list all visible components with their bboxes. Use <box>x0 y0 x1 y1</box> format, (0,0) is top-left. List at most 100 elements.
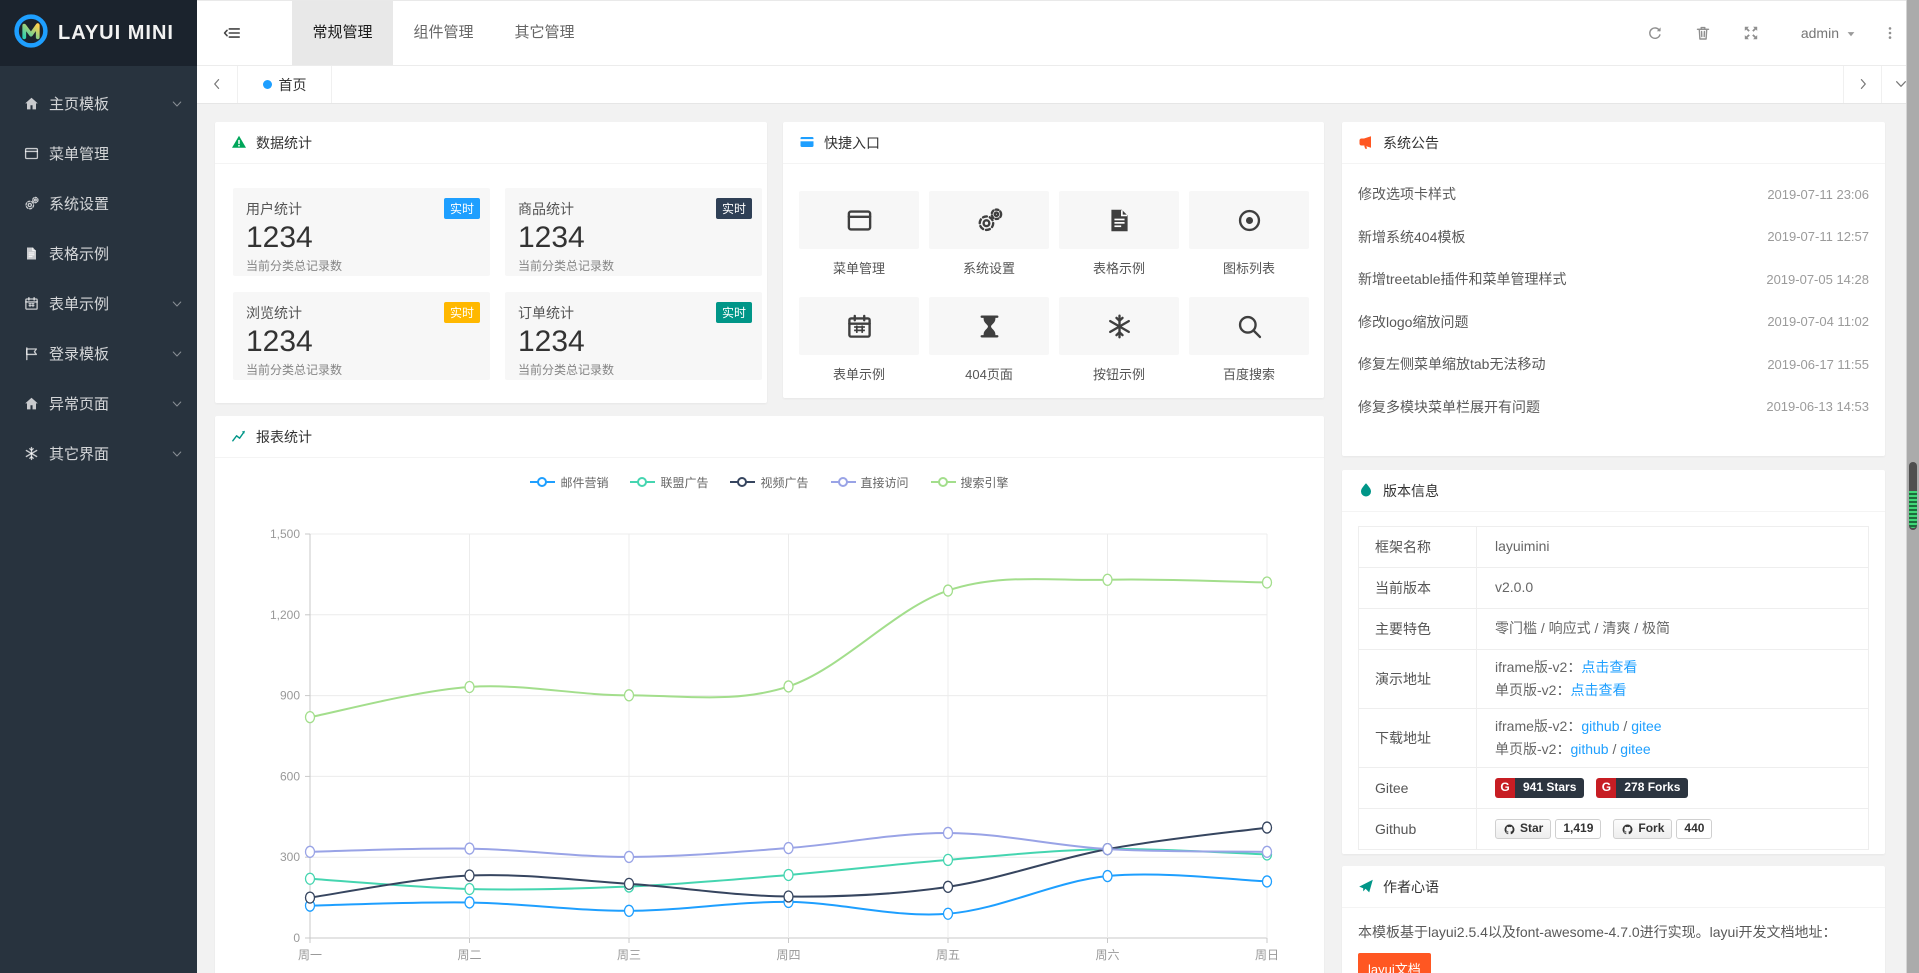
page-scrollbar-thumb[interactable] <box>1909 462 1917 530</box>
sidebar-item-system-setting[interactable]: 系统设置 <box>0 178 197 228</box>
version-row-label: 演示地址 <box>1359 650 1477 708</box>
sidebar-item-error-page[interactable]: 异常页面 <box>0 378 197 428</box>
window-icon <box>22 146 40 161</box>
quick-entry-baidu-search[interactable]: 百度搜索 <box>1189 297 1309 383</box>
version-link-line: 单页版-v2：github / gitee <box>1495 738 1868 761</box>
collapse-menu-button[interactable] <box>197 1 267 65</box>
tab-home[interactable]: 首页 <box>238 66 332 103</box>
version-row: 当前版本v2.0.0 <box>1359 568 1868 609</box>
version-card-title: 版本信息 <box>1383 481 1439 501</box>
notice-item[interactable]: 修复多模块菜单栏展开有问题2019-06-13 14:53 <box>1342 386 1885 429</box>
notice-item[interactable]: 修改选项卡样式2019-07-11 23:06 <box>1342 173 1885 216</box>
snow-icon <box>22 446 40 461</box>
notice-item[interactable]: 新增treetable插件和菜单管理样式2019-07-05 14:28 <box>1342 258 1885 301</box>
sidebar-item-table-demo[interactable]: 表格示例 <box>0 228 197 278</box>
version-link[interactable]: gitee <box>1631 718 1661 734</box>
legend-label: 邮件营销 <box>560 474 608 491</box>
clear-button[interactable] <box>1679 24 1727 42</box>
user-dropdown[interactable]: admin <box>1801 25 1857 41</box>
gears-icon <box>929 191 1049 249</box>
sidebar-item-other-ui[interactable]: 其它界面 <box>0 428 197 478</box>
svg-text:周一: 周一 <box>298 948 322 962</box>
caret-down-icon <box>1845 25 1857 41</box>
quick-entry-page-404[interactable]: 404页面 <box>929 297 1049 383</box>
stats-card-title: 数据统计 <box>256 133 312 153</box>
line-chart: 03006009001,2001,500周一周二周三周四周五周六周日 <box>215 499 1324 973</box>
chevron-right-icon <box>1856 76 1870 94</box>
sidebar-item-form-demo[interactable]: 表单示例 <box>0 278 197 328</box>
chevron-down-icon <box>171 445 183 462</box>
module-tab-other[interactable]: 其它管理 <box>494 1 595 65</box>
more-menu-button[interactable] <box>1875 24 1905 42</box>
sidebar-item-menu-manage[interactable]: 菜单管理 <box>0 128 197 178</box>
version-card: 版本信息 框架名称layuimini当前版本v2.0.0主要特色零门槛 / 响应… <box>1342 470 1885 854</box>
github-badge[interactable]: Star1,419 <box>1495 819 1601 839</box>
svg-text:1,500: 1,500 <box>270 527 300 541</box>
page-scrollbar-track[interactable] <box>1906 0 1919 973</box>
legend-label: 视频广告 <box>760 474 808 491</box>
quick-entry-button-demo[interactable]: 按钮示例 <box>1059 297 1179 383</box>
tab-scroll-right-button[interactable] <box>1843 66 1881 103</box>
notice-item[interactable]: 修改logo缩放问题2019-07-04 11:02 <box>1342 301 1885 344</box>
version-link[interactable]: 点击查看 <box>1581 659 1637 675</box>
quick-entry-icon-list[interactable]: 图标列表 <box>1189 191 1309 277</box>
legend-marker-icon <box>730 476 755 488</box>
legend-item[interactable]: 视频广告 <box>730 474 808 491</box>
quick-entry-menu-manage[interactable]: 菜单管理 <box>799 191 919 277</box>
quick-entry-table-demo[interactable]: 表格示例 <box>1059 191 1179 277</box>
version-link[interactable]: github <box>1570 741 1608 757</box>
fullscreen-button[interactable] <box>1727 24 1775 42</box>
legend-item[interactable]: 联盟广告 <box>630 474 708 491</box>
gitee-badge[interactable]: G278 Forks <box>1596 778 1688 798</box>
legend-item[interactable]: 邮件营销 <box>530 474 608 491</box>
version-row-label: Gitee <box>1359 768 1477 808</box>
version-row: 主要特色零门槛 / 响应式 / 清爽 / 极简 <box>1359 609 1868 650</box>
octocat-icon <box>1621 819 1634 839</box>
quick-entry-label: 百度搜索 <box>1189 364 1309 383</box>
snow-icon <box>1059 297 1179 355</box>
hamburger-icon <box>223 24 241 42</box>
sidebar-item-login-template[interactable]: 登录模板 <box>0 328 197 378</box>
stat-desc: 当前分类总记录数 <box>518 257 749 274</box>
refresh-button[interactable] <box>1631 24 1679 42</box>
realtime-badge: 实时 <box>716 198 752 219</box>
svg-text:周四: 周四 <box>776 948 800 962</box>
stat-box-goods-stat: 商品统计1234当前分类总记录数实时 <box>505 188 762 276</box>
legend-item[interactable]: 直接访问 <box>831 474 909 491</box>
version-link[interactable]: github <box>1581 718 1619 734</box>
version-link[interactable]: 点击查看 <box>1570 682 1626 698</box>
github-badge-count: 1,419 <box>1555 819 1601 839</box>
notice-item[interactable]: 新增系统404模板2019-07-11 12:57 <box>1342 216 1885 259</box>
main-content: 数据统计 用户统计1234当前分类总记录数实时商品统计1234当前分类总记录数实… <box>197 104 1919 973</box>
gitee-badge[interactable]: G941 Stars <box>1495 778 1584 798</box>
version-row: 演示地址iframe版-v2：点击查看单页版-v2：点击查看 <box>1359 650 1868 709</box>
notice-item[interactable]: 修复左侧菜单缩放tab无法移动2019-06-17 11:55 <box>1342 343 1885 386</box>
home-icon <box>22 396 40 411</box>
stat-label: 浏览统计 <box>246 303 477 323</box>
sidebar-item-label: 表格示例 <box>49 243 183 264</box>
legend-label: 搜索引擎 <box>961 474 1009 491</box>
window-icon <box>799 191 919 249</box>
author-card-body: 本模板基于layui2.5.4以及font-awesome-4.7.0进行实现。… <box>1342 908 1885 973</box>
quick-entry-system-setting[interactable]: 系统设置 <box>929 191 1049 277</box>
notice-card-title: 系统公告 <box>1383 133 1439 153</box>
octocat-icon <box>1503 819 1516 839</box>
tab-scroll-left-button[interactable] <box>197 66 238 103</box>
app-logo[interactable]: LAYUI MINI <box>0 0 197 66</box>
sidebar-item-home-template[interactable]: 主页模板 <box>0 78 197 128</box>
trash-icon <box>1695 24 1711 42</box>
module-tab-general[interactable]: 常规管理 <box>292 1 393 65</box>
legend-item[interactable]: 搜索引擎 <box>931 474 1009 491</box>
github-badge[interactable]: Fork440 <box>1613 819 1712 839</box>
realtime-badge: 实时 <box>444 198 480 219</box>
sidebar-item-label: 主页模板 <box>49 93 171 114</box>
sidebar-item-label: 异常页面 <box>49 393 171 414</box>
module-tab-component[interactable]: 组件管理 <box>393 1 494 65</box>
stats-card-header: 数据统计 <box>215 122 767 164</box>
version-value: layuimini <box>1495 535 1868 558</box>
layui-doc-button[interactable]: layui文档 <box>1358 953 1431 973</box>
quick-entry-label: 表格示例 <box>1059 258 1179 277</box>
version-link[interactable]: gitee <box>1620 741 1650 757</box>
realtime-badge: 实时 <box>716 302 752 323</box>
quick-entry-form-demo[interactable]: 表单示例 <box>799 297 919 383</box>
